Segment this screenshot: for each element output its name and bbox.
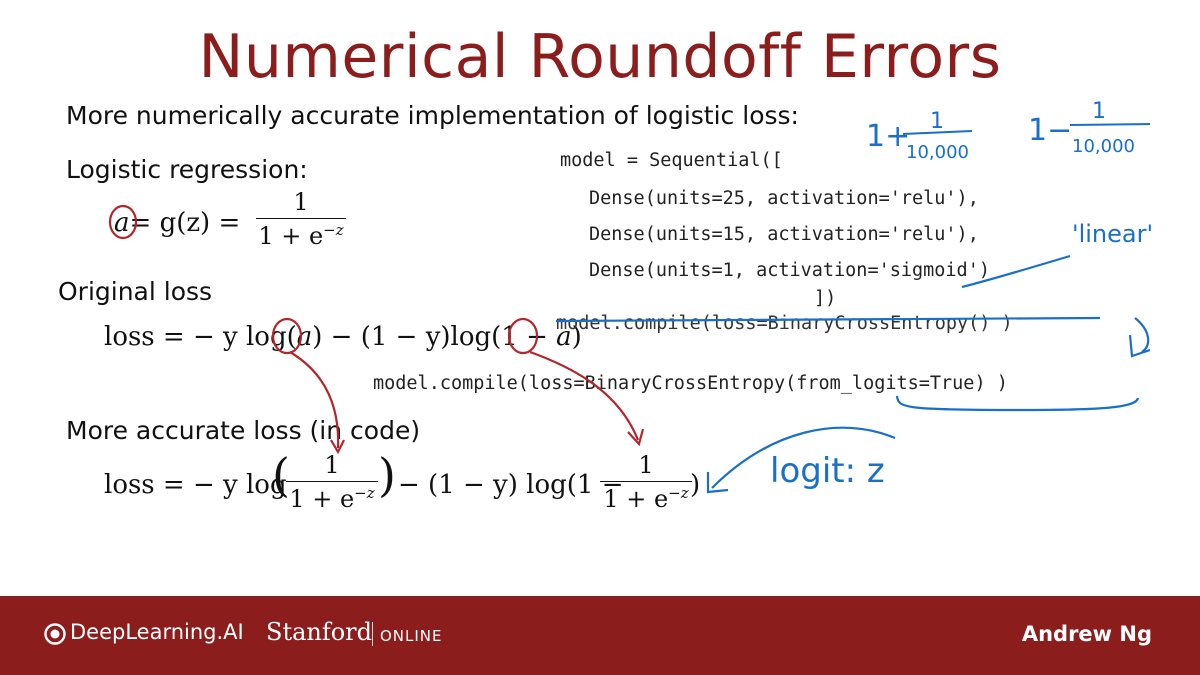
code-line-1: model = Sequential([ xyxy=(560,150,783,171)
blue-arrow-right xyxy=(1134,317,1150,353)
hw-logit-z: logit: z xyxy=(770,451,885,491)
hw-right-den: 10,000 xyxy=(1072,136,1135,157)
hw-right-num: 1 xyxy=(1092,99,1106,124)
accurate-loss-part2: − (1 − y) log(1 − xyxy=(398,470,624,500)
code-line-6-struck: model.compile(loss=BinaryCrossEntropy() … xyxy=(556,313,1013,334)
accurate-loss-heading: More accurate loss (in code) xyxy=(66,416,421,445)
activation-a: a xyxy=(114,208,130,238)
logistic-mid: = g(z) = xyxy=(129,208,241,238)
logistic-denominator: 1 + e−z xyxy=(256,218,346,250)
logistic-formula: a= g(z) = xyxy=(114,208,240,238)
blue-underline-from-logits xyxy=(895,395,1140,412)
blue-arrow-logit xyxy=(711,426,896,489)
hw-left-den: 10,000 xyxy=(906,142,969,163)
logistic-numerator: 1 xyxy=(293,188,309,216)
hw-left-prefix: 1+ xyxy=(866,119,910,154)
footer-bar: DeepLearning.AI Stanford ONLINE Andrew N… xyxy=(0,596,1200,675)
intro-text: More numerically accurate implementation… xyxy=(66,101,799,130)
accurate-fraction-1: 1 1 + e−z xyxy=(286,451,378,513)
logistic-regression-heading: Logistic regression: xyxy=(66,155,308,184)
hw-left-num: 1 xyxy=(930,109,944,134)
slide: Numerical Roundoff Errors More numerical… xyxy=(0,0,1200,675)
logistic-fraction: 1 1 + e−z xyxy=(256,188,346,250)
online-label: ONLINE xyxy=(380,627,443,645)
code-line-5: ]) xyxy=(814,288,837,309)
red-arrow-2 xyxy=(529,350,640,441)
accurate-fraction-2: 1 1 + e−z xyxy=(600,451,692,513)
accurate-loss-part1: loss = − y log xyxy=(104,470,287,500)
code-line-7: model.compile(loss=BinaryCrossEntropy(fr… xyxy=(373,373,1008,394)
slide-title: Numerical Roundoff Errors xyxy=(198,22,1002,92)
paren-close: ) xyxy=(378,448,396,502)
accurate-loss-close: ) xyxy=(690,470,701,500)
code-line-4: Dense(units=1, activation='sigmoid') xyxy=(589,260,990,281)
original-loss-heading: Original loss xyxy=(58,277,213,306)
hw-right-prefix: 1− xyxy=(1028,113,1072,148)
code-line-3: Dense(units=15, activation='relu'), xyxy=(589,224,979,245)
brand-divider xyxy=(372,622,373,646)
deeplearning-brand: DeepLearning.AI xyxy=(70,620,244,644)
deeplearning-logo-icon xyxy=(44,623,66,645)
author-name: Andrew Ng xyxy=(1021,622,1152,646)
original-a1: a xyxy=(296,322,313,352)
code-line-2: Dense(units=25, activation='relu'), xyxy=(589,188,979,209)
stanford-brand: Stanford xyxy=(266,618,373,646)
original-loss-formula: loss = − y log(a) − (1 − y)log(1 − a) xyxy=(104,322,582,352)
hw-linear: 'linear' xyxy=(1072,220,1153,248)
